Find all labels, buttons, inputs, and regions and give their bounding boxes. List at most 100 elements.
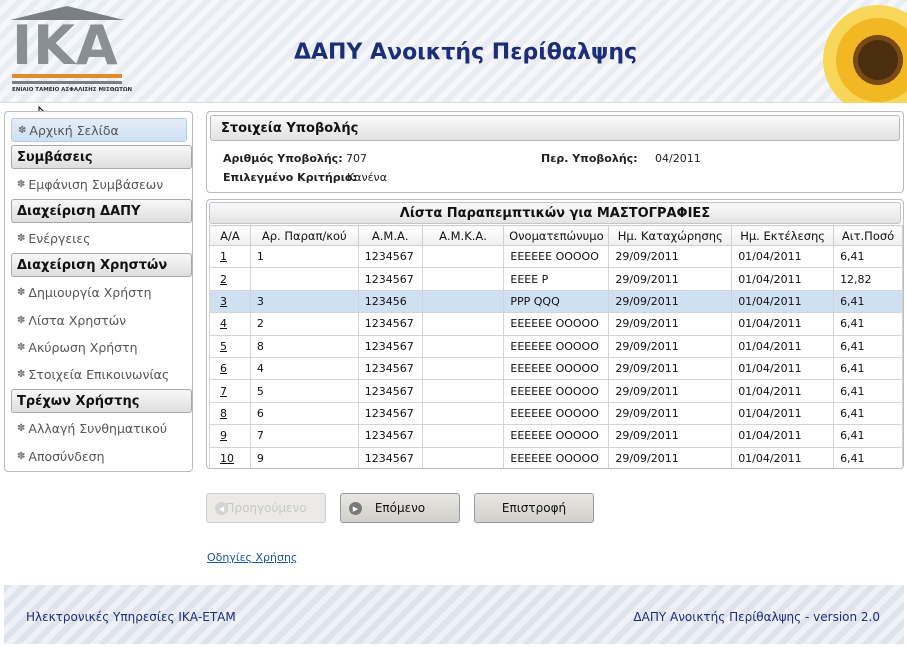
column-header-aa[interactable]: Α/Α	[209, 225, 251, 246]
ama-cell: 1234567	[357, 356, 423, 381]
sidebar-item-change-password[interactable]: ✽ Αλλαγή Συνθηματικού	[11, 416, 187, 440]
previous-button-label: Προηγούμενο	[225, 501, 307, 515]
table-row[interactable]: 10 9 1234567 ΕΕΕΕΕΕ ΟΟΟΟΟ 29/09/2011 01/04/20…	[209, 446, 903, 468]
header-banner: ΙΚΑ ΕΝΙΑΙΟ ΤΑΜΕΙΟ ΑΣΦΑΛΙΣΗΣ ΜΙΣΘΩΤΩΝ ΔΑΠ…	[0, 0, 907, 103]
next-button[interactable]: ▶ Επόμενο	[340, 493, 460, 523]
submission-panel: Στοιχεία Υποβολής Αριθμός Υποβολής: 707 …	[206, 111, 904, 193]
sidebar-item-label: Λίστα Χρηστών	[28, 312, 127, 328]
back-button-label: Επιστροφή	[501, 501, 567, 515]
sidebar-section-user-management: Διαχείριση Χρηστών	[11, 253, 192, 277]
sidebar-item-home[interactable]: ✽ Αρχική Σελίδα	[11, 118, 187, 142]
table-row[interactable]: 5 8 1234567 ΕΕΕΕΕΕ ΟΟΟΟΟ 29/09/2011 01/04/201…	[209, 334, 903, 358]
user-guide-link[interactable]: Οδηγίες Χρήσης	[207, 551, 297, 564]
row-number-link[interactable]: 5	[209, 334, 251, 358]
row-number-link[interactable]: 2	[209, 267, 251, 291]
sidebar-item-contact-info[interactable]: ✽ Στοιχεία Επικοινωνίας	[11, 362, 187, 386]
gear-icon: ✽	[17, 450, 26, 462]
execution-date-cell: 01/04/2011	[731, 312, 835, 336]
table-row[interactable]: 6 4 1234567 ΕΕΕΕΕΕ ΟΟΟΟΟ 29/09/2011 01/04/201…	[209, 356, 903, 381]
referrals-list-title: Λίστα Παραπεμπτικών για ΜΑΣΤΟΓΡΑΦΙΕΣ	[209, 202, 901, 224]
execution-date-cell: 01/04/2011	[731, 356, 835, 381]
row-number-link[interactable]: 6	[209, 356, 251, 381]
table-row[interactable]: 9 7 1234567 ΕΕΕΕΕΕ ΟΟΟΟΟ 29/09/2011 01/04/201…	[209, 424, 903, 448]
full-name-cell: ΕΕΕΕ Ρ	[503, 267, 610, 291]
column-header-amka[interactable]: Α.Μ.Κ.Α.	[421, 225, 505, 246]
requested-amount-cell: 6,41	[833, 356, 903, 381]
sidebar-section-dapy-management: Διαχείριση ΔΑΠΥ	[11, 199, 192, 223]
ama-cell: 1234567	[357, 267, 423, 291]
footer-left-text: Ηλεκτρονικές Υπηρεσίες ΙΚΑ-ΕΤΑΜ	[26, 610, 236, 624]
sidebar-item-user-list[interactable]: ✽ Λίστα Χρηστών	[11, 308, 187, 332]
registration-date-cell: 29/09/2011	[608, 289, 733, 314]
row-number-link[interactable]: 3	[209, 289, 251, 314]
gear-icon: ✽	[17, 314, 26, 326]
table-row[interactable]: 1 1 1234567 ΕΕΕΕΕΕ ΟΟΟΟΟ 29/09/2011 01/04/201…	[209, 244, 903, 269]
full-name-cell: ΕΕΕΕΕΕ ΟΟΟΟΟ	[503, 424, 610, 448]
submission-panel-title: Στοιχεία Υποβολής	[210, 115, 900, 141]
ika-logo: ΙΚΑ ΕΝΙΑΙΟ ΤΑΜΕΙΟ ΑΣΦΑΛΙΣΗΣ ΜΙΣΘΩΤΩΝ	[10, 6, 132, 98]
sidebar-item-logout[interactable]: ✽ Αποσύνδεση	[11, 444, 187, 468]
execution-date-cell: 01/04/2011	[731, 424, 835, 448]
column-header-full-name[interactable]: Ονοματεπώνυμο	[503, 225, 610, 246]
requested-amount-cell: 6,41	[833, 289, 903, 314]
row-number-link[interactable]: 4	[209, 312, 251, 336]
logo-text: ΙΚΑ	[12, 14, 119, 77]
registration-date-cell: 29/09/2011	[608, 334, 733, 358]
column-header-registration-date[interactable]: Ημ. Καταχώρησης	[608, 225, 733, 246]
full-name-cell: ΕΕΕΕΕΕ ΟΟΟΟΟ	[503, 446, 610, 468]
sidebar-item-label: Αποσύνδεση	[28, 448, 105, 464]
gear-icon: ✽	[17, 286, 26, 298]
logo-gray-bar	[12, 81, 122, 84]
amka-cell	[421, 379, 505, 403]
referral-number-cell: 8	[249, 334, 359, 358]
table-row[interactable]: 7 5 1234567 ΕΕΕΕΕΕ ΟΟΟΟΟ 29/09/2011 01/04/201…	[209, 379, 903, 403]
requested-amount-cell: 6,41	[833, 446, 903, 468]
row-number-link[interactable]: 7	[209, 379, 251, 403]
row-number-link[interactable]: 1	[209, 244, 251, 269]
table-row[interactable]: 4 2 1234567 ΕΕΕΕΕΕ ΟΟΟΟΟ 29/09/2011 01/04/201…	[209, 312, 903, 336]
next-button-label: Επόμενο	[374, 501, 426, 515]
column-header-referral-number[interactable]: Αρ. Παραπ/κού	[249, 225, 359, 246]
amka-cell	[421, 424, 505, 448]
gear-icon: ✽	[17, 341, 26, 353]
sidebar-item-show-contracts[interactable]: ✽ Εμφάνιση Συμβάσεων	[11, 172, 187, 196]
requested-amount-cell: 6,41	[833, 244, 903, 269]
sidebar-item-label: Εμφάνιση Συμβάσεων	[28, 176, 164, 192]
requested-amount-cell: 6,41	[833, 312, 903, 336]
referrals-list-panel: Λίστα Παραπεμπτικών για ΜΑΣΤΟΓΡΑΦΙΕΣ Α/Α…	[206, 199, 904, 469]
referral-number-cell: 9	[249, 446, 359, 468]
column-header-requested-amount[interactable]: Αιτ.Ποσό	[833, 225, 903, 246]
sidebar-item-create-user[interactable]: ✽ Δημιουργία Χρήστη	[11, 280, 187, 304]
row-number-link[interactable]: 10	[209, 446, 251, 468]
table-row[interactable]: 8 6 1234567 ΕΕΕΕΕΕ ΟΟΟΟΟ 29/09/2011 01/04/201…	[209, 401, 903, 426]
referral-number-cell	[249, 267, 359, 291]
sidebar-item-label: Αρχική Σελίδα	[29, 122, 119, 138]
chevron-right-icon: ▶	[349, 502, 362, 515]
amka-cell	[421, 356, 505, 381]
execution-date-cell: 01/04/2011	[731, 379, 835, 403]
execution-date-cell: 01/04/2011	[731, 267, 835, 291]
row-number-link[interactable]: 9	[209, 424, 251, 448]
registration-date-cell: 29/09/2011	[608, 379, 733, 403]
table-row[interactable]: 2 1234567 ΕΕΕΕ Ρ 29/09/2011 01/04/2011 12,82	[209, 267, 903, 291]
sidebar-item-actions[interactable]: ✽ Ενέργειες	[11, 226, 187, 250]
row-number-link[interactable]: 8	[209, 401, 251, 426]
submission-number-label: Αριθμός Υποβολής:	[223, 152, 343, 165]
execution-date-cell: 01/04/2011	[731, 289, 835, 314]
amka-cell	[421, 289, 505, 314]
column-header-ama[interactable]: Α.Μ.Α.	[357, 225, 423, 246]
table-body: 1 1 1234567 ΕΕΕΕΕΕ ΟΟΟΟΟ 29/09/2011 01/04/201…	[209, 244, 903, 468]
registration-date-cell: 29/09/2011	[608, 446, 733, 468]
column-header-execution-date[interactable]: Ημ. Εκτέλεσης	[731, 225, 835, 246]
ama-cell: 1234567	[357, 401, 423, 426]
previous-button[interactable]: ◀ Προηγούμενο	[206, 493, 326, 523]
table-row[interactable]: 3 3 123456 ΡΡΡ QQQ 29/09/2011 01/04/2011 6,41	[209, 289, 903, 314]
referral-number-cell: 1	[249, 244, 359, 269]
sidebar-item-cancel-user[interactable]: ✽ Ακύρωση Χρήστη	[11, 335, 187, 359]
full-name-cell: ΕΕΕΕΕΕ ΟΟΟΟΟ	[503, 356, 610, 381]
full-name-cell: ΡΡΡ QQQ	[503, 289, 610, 314]
submission-period-value: 04/2011	[655, 152, 701, 165]
amka-cell	[421, 312, 505, 336]
back-button[interactable]: Επιστροφή	[474, 493, 594, 523]
ama-cell: 1234567	[357, 424, 423, 448]
